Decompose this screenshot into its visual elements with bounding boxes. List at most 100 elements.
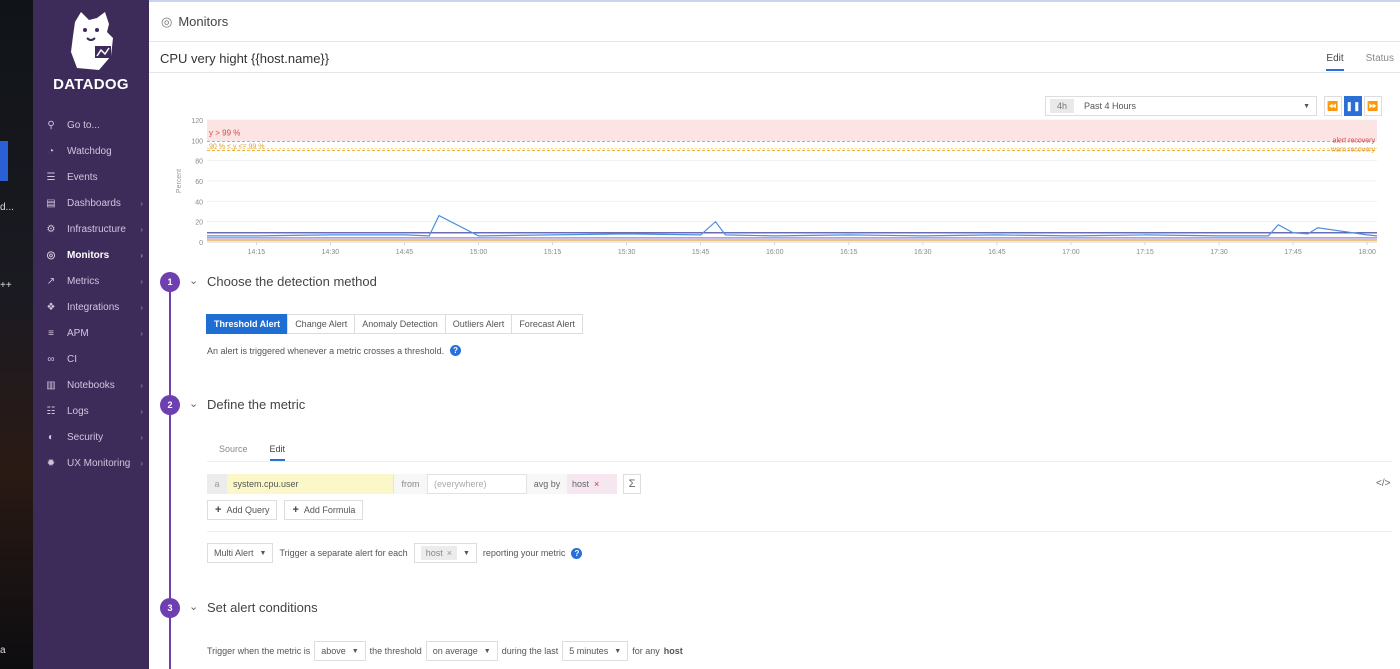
aggregation-value: on average — [432, 646, 478, 656]
query-letter[interactable]: a — [207, 474, 227, 494]
sidebar-item-watchdog[interactable]: ◔ Watchdog — [33, 138, 149, 164]
sidebar-item-label: Metrics — [67, 275, 100, 287]
sidebar-item-security[interactable]: ◐ Security › — [33, 424, 149, 450]
datadog-logo[interactable]: DATADOG — [33, 8, 149, 98]
sidebar-item-monitors[interactable]: ◎ Monitors › — [33, 242, 149, 268]
chevron-down-icon[interactable]: ⌄ — [189, 397, 198, 410]
sidebar-item-label: Monitors — [67, 249, 110, 261]
x-tick-label: 16:45 — [988, 249, 1006, 256]
time-range-badge: 4h — [1050, 99, 1075, 113]
sidebar-item-dashboards[interactable]: ▤ Dashboards › — [33, 190, 149, 216]
chevron-down-icon[interactable]: ⌄ — [189, 274, 198, 287]
desktop-background: d... ++ a — [0, 0, 33, 669]
x-tick-label: 17:30 — [1210, 249, 1228, 256]
chevron-down-icon[interactable]: ⌄ — [189, 600, 198, 613]
y-tick-label: 120 — [191, 118, 203, 125]
metric-name-input[interactable]: system.cpu.user — [227, 474, 393, 494]
x-tick-label: 15:30 — [618, 249, 636, 256]
monitors-icon: ◎ — [46, 249, 56, 261]
main-content: ◎ Monitors CPU very hight {{host.name}} … — [149, 0, 1400, 669]
sidebar-item-label: APM — [67, 327, 89, 339]
page-title: Monitors — [178, 14, 229, 29]
page-header: ◎ Monitors — [149, 2, 1400, 42]
help-icon[interactable]: ? — [571, 547, 583, 559]
detection-tab-anomaly[interactable]: Anomaly Detection — [354, 314, 446, 334]
window-value: 5 minutes — [569, 646, 609, 656]
multi-alert-row: Multi Alert ▼ Trigger a separate alert fo… — [207, 543, 583, 563]
alert-recovery-label: alert recovery — [1333, 137, 1376, 144]
infrastructure-icon: ⚙ — [46, 223, 56, 235]
dashboards-icon: ▤ — [46, 197, 56, 209]
avg-by-label[interactable]: avg by — [527, 474, 567, 494]
desktop-window-tab[interactable] — [0, 141, 8, 181]
chevron-right-icon: › — [140, 406, 143, 416]
sidebar-item-label: Events — [67, 171, 98, 183]
sidebar-item-integrations[interactable]: ❖ Integrations › — [33, 294, 149, 320]
sidebar-item-ci[interactable]: ∞ CI — [33, 346, 149, 372]
step-title[interactable]: Define the metric — [207, 397, 305, 412]
sidebar-item-goto[interactable]: ⚲ Go to... — [33, 112, 149, 138]
puzzle-icon: ❖ — [46, 301, 56, 313]
sidebar-item-infrastructure[interactable]: ⚙ Infrastructure › — [33, 216, 149, 242]
sidebar-item-events[interactable]: ☰ Events — [33, 164, 149, 190]
from-scope-input[interactable]: (everywhere) — [427, 474, 527, 494]
y-tick-label: 100 — [191, 138, 203, 145]
sidebar-item-ux-monitoring[interactable]: ✹ UX Monitoring › — [33, 450, 149, 476]
metric-chart[interactable]: 0 20 40 60 80 100 120 Percent 14:15 14:30 14:45 15:… — [171, 112, 1383, 260]
function-button[interactable]: Σ — [623, 474, 641, 494]
add-query-button[interactable]: + Add Query — [207, 500, 278, 520]
apm-icon: ≡ — [48, 327, 54, 339]
window-select[interactable]: 5 minutes ▼ — [562, 641, 629, 661]
help-icon[interactable]: ? — [450, 345, 462, 356]
tab-source[interactable]: Source — [219, 444, 248, 461]
alert-type-select[interactable]: Multi Alert ▼ — [207, 543, 274, 563]
logo-text: DATADOG — [53, 76, 129, 93]
sidebar-item-label: UX Monitoring — [67, 457, 131, 469]
tab-status[interactable]: Status — [1366, 53, 1394, 71]
tab-edit[interactable]: Edit — [1326, 53, 1344, 71]
chevron-right-icon: › — [140, 328, 143, 338]
monitor-name[interactable]: CPU very hight {{host.name}} — [160, 51, 329, 66]
aggregation-select[interactable]: on average ▼ — [425, 641, 498, 661]
sidebar-item-apm[interactable]: ≡ APM › — [33, 320, 149, 346]
group-by-tag[interactable]: host × — [567, 474, 617, 494]
chevron-right-icon: › — [140, 302, 143, 312]
step-title[interactable]: Set alert conditions — [207, 600, 318, 615]
comparator-select[interactable]: above ▼ — [314, 641, 366, 661]
sidebar-item-label: Security — [67, 431, 104, 443]
detection-tab-forecast[interactable]: Forecast Alert — [511, 314, 583, 334]
step-number: 2 — [160, 395, 180, 415]
sidebar-item-logs[interactable]: ☷ Logs › — [33, 398, 149, 424]
detection-tab-threshold[interactable]: Threshold Alert — [206, 314, 289, 334]
sidebar-item-metrics[interactable]: ↗ Metrics › — [33, 268, 149, 294]
remove-icon[interactable]: × — [594, 479, 599, 489]
x-tick-label: 18:00 — [1358, 249, 1376, 256]
group-chip[interactable]: host × — [420, 546, 457, 560]
remove-icon[interactable]: × — [447, 548, 452, 558]
x-tick-label: 14:15 — [248, 249, 266, 256]
add-formula-label: Add Formula — [303, 505, 356, 515]
tab-edit[interactable]: Edit — [269, 444, 286, 461]
detection-description: An alert is triggered whenever a metric … — [207, 345, 462, 356]
ci-icon: ∞ — [47, 353, 55, 365]
code-icon[interactable]: </> — [1376, 478, 1390, 489]
y-axis-label: Percent — [176, 169, 183, 193]
sidebar-item-label: Infrastructure — [67, 223, 126, 235]
condition-text: Trigger when the metric is — [207, 646, 311, 656]
detection-tab-change[interactable]: Change Alert — [287, 314, 356, 334]
condition-text: the threshold — [369, 646, 422, 656]
chevron-down-icon: ▼ — [351, 647, 359, 655]
step-title[interactable]: Choose the detection method — [207, 274, 377, 289]
x-tick-label: 16:15 — [840, 249, 858, 256]
add-formula-button[interactable]: + Add Formula — [284, 500, 364, 520]
group-select[interactable]: host × ▼ — [413, 543, 477, 563]
condition-text: during the last — [501, 646, 559, 656]
sidebar-item-label: CI — [67, 353, 77, 365]
detection-tab-outliers[interactable]: Outliers Alert — [444, 314, 513, 334]
sidebar-item-notebooks[interactable]: ▥ Notebooks › — [33, 372, 149, 398]
binoculars-icon: ◔ — [47, 145, 55, 157]
alert-conditions-row: Trigger when the metric is above ▼ the th… — [207, 641, 683, 661]
chevron-right-icon: › — [140, 380, 143, 390]
chevron-down-icon: ▼ — [483, 647, 491, 655]
monitor-title-bar: CPU very hight {{host.name}} Edit Status — [149, 43, 1400, 73]
